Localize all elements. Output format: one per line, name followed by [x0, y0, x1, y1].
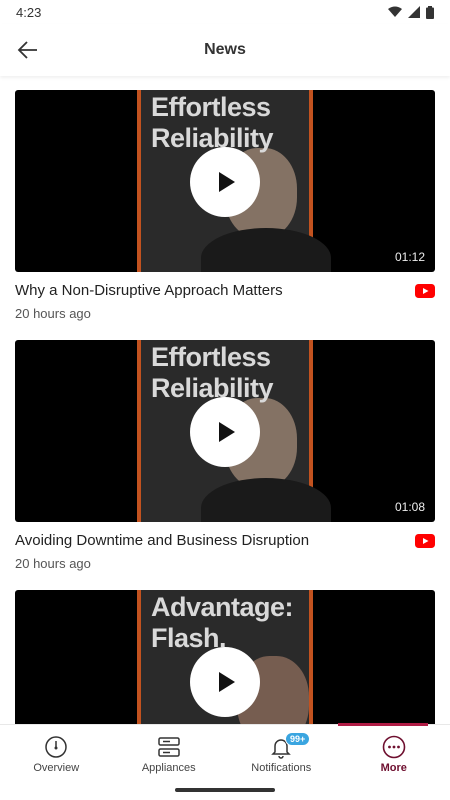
server-icon [158, 737, 180, 757]
play-button[interactable] [190, 147, 260, 217]
status-icons [388, 5, 434, 19]
video-meta: Avoiding Downtime and Business Disruptio… [15, 522, 435, 590]
youtube-icon[interactable] [415, 284, 435, 298]
poster-text: Advantage: Flash. [151, 592, 294, 653]
nav-label: More [380, 762, 407, 774]
nav-label: Overview [33, 762, 80, 774]
video-card[interactable]: Advantage: Flash. [15, 590, 435, 724]
play-icon [219, 172, 235, 192]
wifi-icon [388, 6, 402, 17]
video-duration: 01:12 [390, 248, 429, 266]
more-icon [382, 735, 406, 759]
poster-text: Effortless Reliability [151, 342, 274, 403]
play-button[interactable] [190, 647, 260, 717]
nav-item-overview[interactable]: Overview [0, 725, 113, 800]
video-thumbnail[interactable]: Advantage: Flash. [15, 590, 435, 724]
battery-icon [426, 5, 434, 19]
gauge-icon [45, 736, 67, 758]
video-meta: Why a Non-Disruptive Approach Matters 20… [15, 272, 435, 340]
person-shoulders [201, 478, 331, 522]
nav-label: Appliances [141, 762, 196, 774]
nav-item-more[interactable]: More [337, 723, 450, 800]
back-button[interactable] [12, 34, 44, 66]
video-thumbnail[interactable]: Effortless Reliability 01:12 [15, 90, 435, 272]
play-button[interactable] [190, 397, 260, 467]
signal-icon [408, 6, 420, 18]
video-duration: 01:08 [390, 498, 429, 516]
notification-badge: 99+ [285, 732, 311, 746]
arrow-left-icon [17, 41, 37, 59]
active-indicator [337, 723, 428, 726]
youtube-icon[interactable] [415, 534, 435, 548]
video-title[interactable]: Why a Non-Disruptive Approach Matters [15, 282, 405, 299]
poster-text: Effortless Reliability [151, 92, 274, 153]
video-card[interactable]: Effortless Reliability 01:08 Avoiding Do… [15, 340, 435, 590]
video-title[interactable]: Avoiding Downtime and Business Disruptio… [15, 532, 405, 549]
gesture-bar[interactable] [175, 788, 275, 792]
status-time: 4:23 [16, 4, 42, 20]
news-feed[interactable]: Effortless Reliability 01:12 Why a Non-D… [0, 76, 450, 724]
play-icon [219, 672, 235, 692]
page-title: News [204, 41, 246, 58]
play-icon [219, 422, 235, 442]
person-shoulders [201, 228, 331, 272]
video-age: 20 hours ago [15, 306, 91, 321]
status-bar: 4:23 [0, 0, 450, 24]
app-bar: News [0, 24, 450, 76]
video-age: 20 hours ago [15, 556, 91, 571]
video-thumbnail[interactable]: Effortless Reliability 01:08 [15, 340, 435, 522]
video-card[interactable]: Effortless Reliability 01:12 Why a Non-D… [15, 90, 435, 340]
nav-label: Notifications [251, 762, 312, 774]
